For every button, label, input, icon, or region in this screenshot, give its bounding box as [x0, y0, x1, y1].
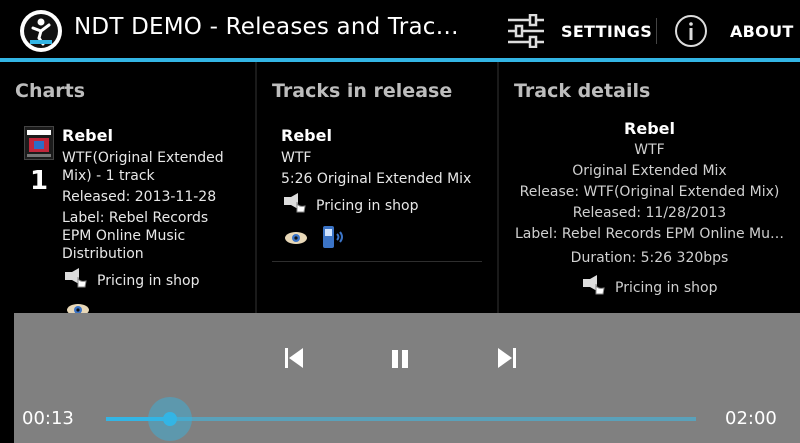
media-player: 00:13 02:00 [14, 313, 800, 443]
detail-artist: Rebel [624, 119, 675, 138]
settings-sliders-icon [506, 13, 546, 52]
track-title: WTF [281, 150, 312, 166]
eye-icon[interactable] [284, 230, 308, 249]
chart-item-pricing[interactable]: Pricing in shop [97, 273, 199, 289]
shop-speaker-icon[interactable] [283, 193, 307, 219]
release-cover-image [24, 126, 54, 160]
details-pane: Track details Rebel WTF Original Extende… [499, 62, 800, 322]
charts-header: Charts [15, 80, 86, 102]
chart-item-release-cont: Mix) - 1 track [62, 168, 155, 184]
action-bar: NDT DEMO - Releases and Trac… SETTINGS A… [0, 0, 800, 58]
detail-release: Release: WTF(Original Extended Mix) [519, 184, 780, 200]
detail-mix: Original Extended Mix [572, 163, 727, 179]
phone-icon[interactable] [321, 225, 347, 253]
about-label: ABOUT [730, 22, 794, 41]
chart-item-artist: Rebel [62, 126, 113, 145]
track-list-divider [272, 261, 482, 262]
seekbar-thumb[interactable] [162, 412, 177, 426]
pause-icon[interactable] [389, 349, 411, 373]
shop-speaker-icon[interactable] [582, 275, 606, 301]
total-time: 02:00 [725, 408, 777, 429]
settings-label: SETTINGS [561, 22, 653, 41]
detail-title: WTF [634, 142, 665, 158]
detail-released: Released: 11/28/2013 [572, 205, 727, 221]
chart-item-label-cont: EPM Online Music [62, 228, 186, 244]
chart-item-released: Released: 2013-11-28 [62, 189, 217, 205]
settings-button[interactable]: SETTINGS [500, 6, 655, 54]
detail-pricing[interactable]: Pricing in shop [615, 280, 717, 296]
skip-previous-icon[interactable] [282, 346, 306, 374]
tracks-pane: Tracks in release Rebel WTF 5:26 Origina… [257, 62, 497, 322]
chart-item-release: WTF(Original Extended [62, 150, 224, 166]
tracks-header: Tracks in release [272, 80, 453, 102]
detail-duration: Duration: 5:26 320bps [570, 250, 729, 266]
app-logo-icon[interactable] [20, 10, 62, 52]
detail-label: Label: Rebel Records EPM Online Mu… [515, 226, 784, 242]
seekbar-track[interactable] [106, 417, 696, 421]
charts-pane: Charts 1 Rebel WTF(Original Extended Mix… [0, 62, 255, 322]
elapsed-time: 00:13 [22, 408, 74, 429]
track-artist: Rebel [281, 126, 332, 145]
chart-item-label: Label: Rebel Records [62, 210, 209, 226]
details-header: Track details [514, 80, 651, 102]
app-title: NDT DEMO - Releases and Trac… [74, 14, 459, 40]
shop-speaker-icon[interactable] [64, 268, 88, 294]
info-icon [674, 14, 708, 52]
chart-item-label-cont2: Distribution [62, 246, 144, 262]
skip-next-icon[interactable] [495, 346, 519, 374]
track-duration-mix: 5:26 Original Extended Mix [281, 171, 472, 187]
track-pricing[interactable]: Pricing in shop [316, 198, 418, 214]
about-button[interactable]: ABOUT [668, 6, 798, 54]
action-divider [656, 18, 657, 44]
chart-rank: 1 [30, 166, 49, 196]
